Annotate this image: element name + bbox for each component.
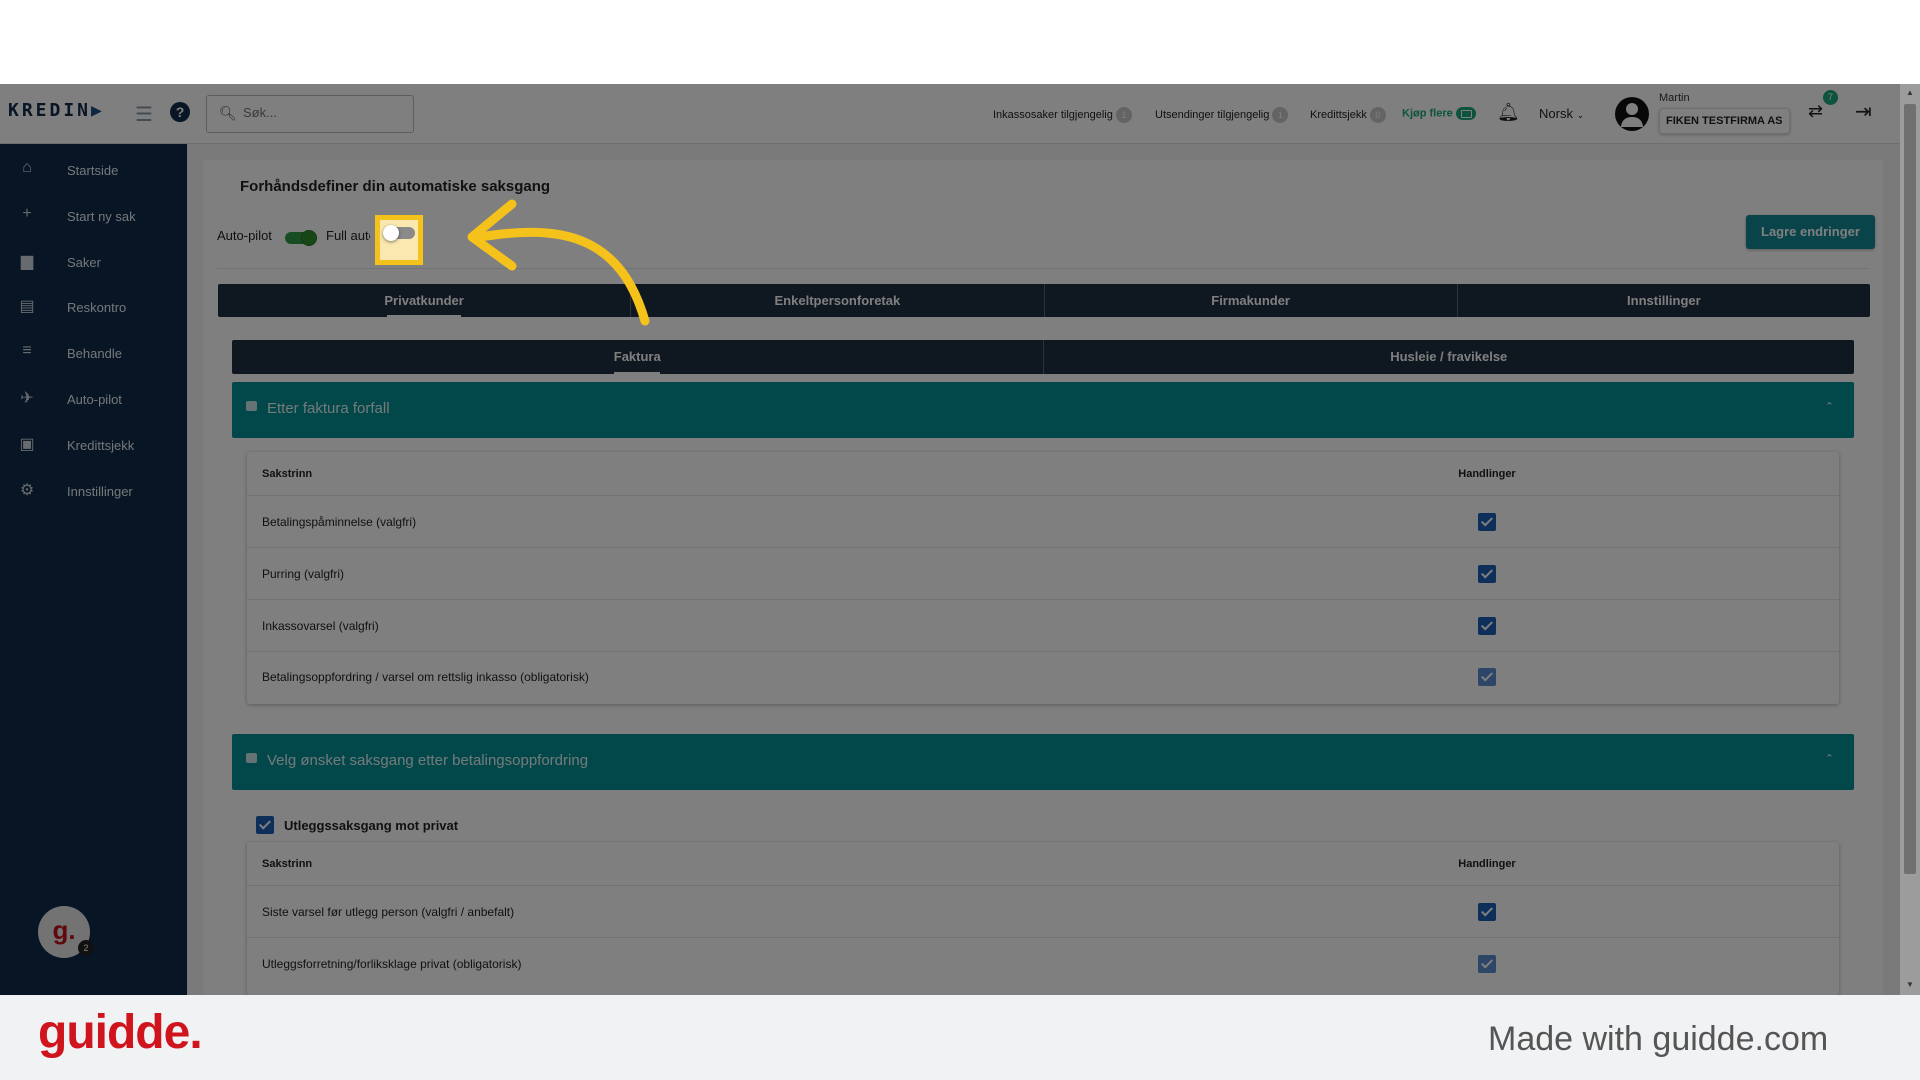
scrollbar-thumb[interactable] <box>1904 104 1916 874</box>
vertical-scrollbar[interactable]: ▲ ▼ <box>1900 84 1920 995</box>
app-window: KREDIN▶ ☰ ? 🔍︎ Inkassosaker tilgjengelig… <box>0 84 1920 995</box>
guidde-logo: guidde. <box>38 1006 203 1059</box>
made-with-text: Made with guidde.com <box>1488 1020 1829 1058</box>
scroll-up-icon[interactable]: ▲ <box>1906 88 1914 97</box>
top-blank-area <box>0 0 1920 84</box>
scroll-down-icon[interactable]: ▼ <box>1906 980 1914 989</box>
pointer-arrow-icon <box>467 199 650 326</box>
